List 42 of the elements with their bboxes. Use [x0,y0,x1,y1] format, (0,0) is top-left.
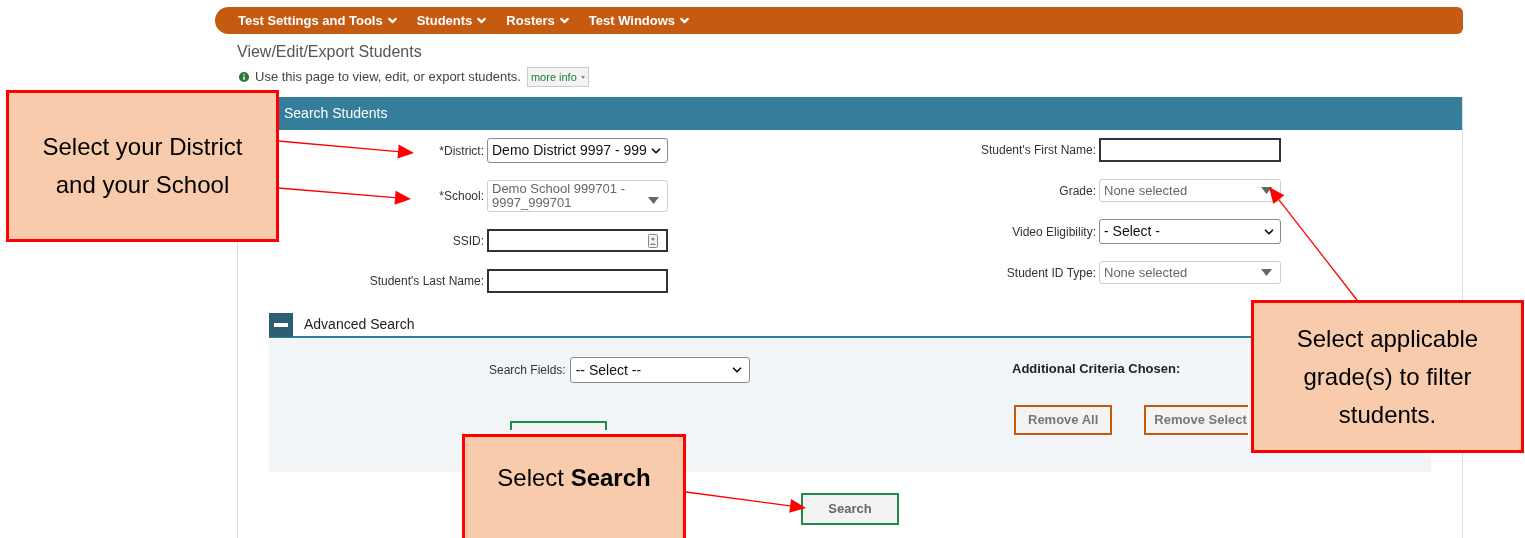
field-label: SSID: [452,232,484,250]
search-button[interactable]: Search [801,493,899,525]
input-field[interactable] [487,269,668,293]
field-label: Student's First Name: [981,142,1096,159]
dropdown-field[interactable]: None selected [1099,261,1281,284]
triangle-icon [648,197,659,204]
triangle-icon [1261,187,1272,194]
dropdown-field[interactable]: None selected [1099,179,1281,202]
more-info-button[interactable]: more info [526,67,589,87]
field-label: *School: [439,188,484,205]
remove-button[interactable]: Remove All [1014,404,1113,435]
select-field[interactable]: Demo District 9997 - 999 [487,138,668,163]
caret-icon [580,75,585,79]
dropdown-field[interactable]: Demo School 999701 - 9997_999701 [487,180,668,212]
section-title: Advanced Search [304,315,415,334]
triangle-icon [1261,269,1272,276]
field-label: Grade: [1059,182,1096,200]
input-field[interactable] [487,229,668,252]
field-label: Video Eligibility: [1012,223,1096,241]
panel-title: Search Students [284,104,388,123]
callout-box: Select your District and your School [6,90,279,242]
page-title: View/Edit/Export Students [237,42,423,62]
select-field[interactable]: -- Select -- [569,357,750,383]
collapse-button[interactable] [269,312,293,337]
nav-menu-item[interactable]: Rosters [506,10,571,31]
info-icon [237,70,251,84]
callout-box: Select Search [462,434,686,538]
criteria-title: Additional Criteria Chosen: [1012,360,1182,378]
nav-menu-item[interactable]: Test Settings and Tools [238,10,399,31]
info-text: Use this page to view, edit, or export students. [255,68,521,87]
contact-card-icon [648,233,658,248]
action-button[interactable] [510,421,607,430]
input-field[interactable] [1099,138,1281,162]
callout-box: Select applicable grade(s) to filter students. [1251,300,1524,453]
nav-menu-item[interactable]: Test Windows [588,10,692,31]
select-field[interactable]: - Select - [1099,219,1281,244]
field-label: Student ID Type: [1006,264,1096,282]
nav-menu-item[interactable]: Students [416,10,489,31]
field-label: Search Fields: [489,362,567,379]
field-label: *District: [439,142,484,160]
remove-button[interactable]: Remove Select [1144,404,1248,435]
field-label: Student's Last Name: [369,273,484,290]
